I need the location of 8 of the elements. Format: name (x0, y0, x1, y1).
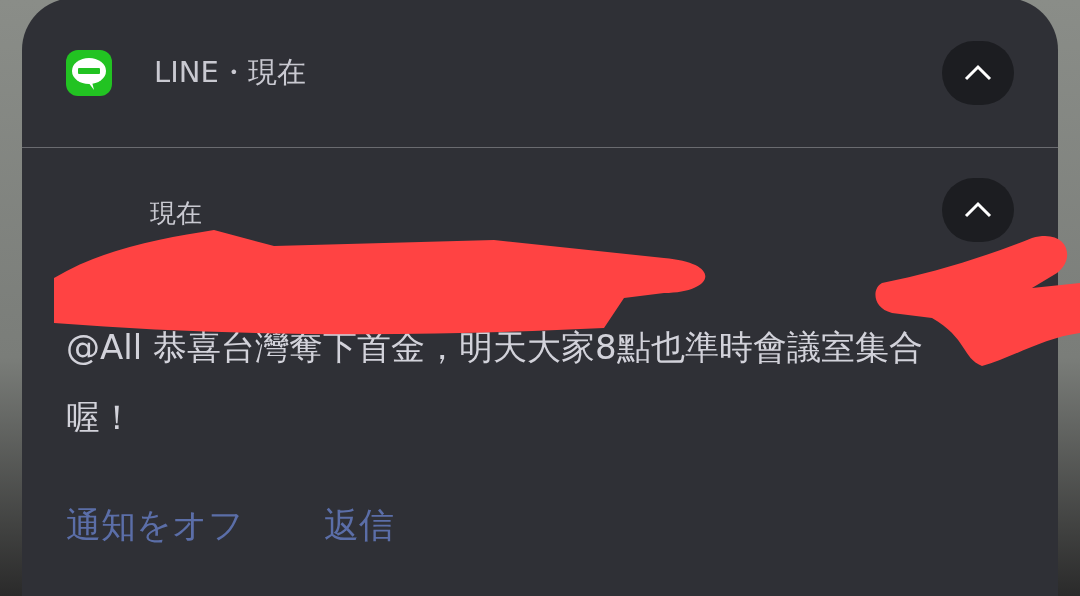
app-title: LINE・現在 (154, 53, 307, 91)
timestamp: 現在 (150, 197, 202, 230)
chevron-up-icon (964, 63, 992, 82)
action-link[interactable]: 通知をオフ (66, 502, 244, 549)
message-text: @All 恭喜台灣奪下首金，明天大家8點也準時會議室集合喔！ (66, 326, 924, 439)
chat-bubble-icon (66, 49, 112, 96)
action-link[interactable]: 返信 (324, 502, 394, 549)
chevron-up-icon (964, 201, 992, 219)
